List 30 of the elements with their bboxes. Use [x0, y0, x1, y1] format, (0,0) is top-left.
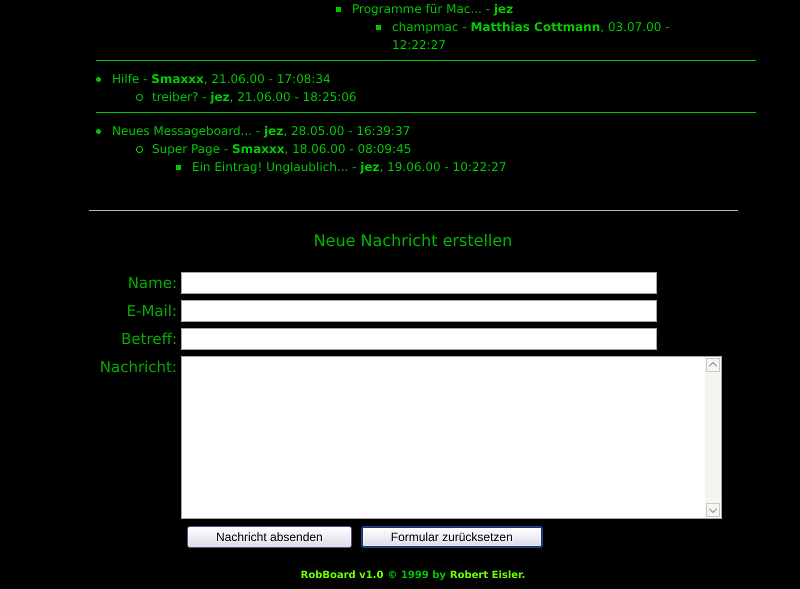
post-entry[interactable]: Super Page - Smaxxx, 18.06.00 - 08:09:45 [152, 140, 412, 158]
scroll-up-icon[interactable] [706, 358, 720, 372]
field-label: Betreff: [120, 329, 178, 350]
bullet-icon [136, 146, 143, 152]
post-entry[interactable]: champmac - Matthias Cottmann, 03.07.00 - 12:22:27 [392, 18, 716, 54]
scroll-down-icon[interactable] [706, 503, 720, 517]
post-entry[interactable]: treiber? - jez, 21.06.00 - 18:25:06 [152, 88, 357, 106]
input-field[interactable] [181, 272, 657, 294]
bullet-icon [376, 24, 381, 30]
footer-text: Robert Eisler. [450, 569, 526, 583]
input-field[interactable] [181, 328, 657, 350]
bullet-icon [96, 76, 101, 82]
bullet-icon [136, 94, 143, 100]
form-heading: Neue Nachricht erstellen [312, 230, 514, 252]
scrollbar[interactable] [705, 357, 721, 518]
bullet-icon [96, 128, 101, 134]
post-entry[interactable]: Neues Messageboard... - jez, 28.05.00 - 16:39:37 [112, 122, 410, 140]
footer-text: © 1999 by [387, 569, 446, 583]
bullet-icon [176, 164, 181, 170]
bullet-icon [336, 6, 341, 12]
post-entry[interactable]: Hilfe - Smaxxx, 21.06.00 - 17:08:34 [112, 70, 331, 88]
input-field[interactable] [181, 300, 657, 322]
field-label: Name: [126, 273, 178, 294]
post-entry[interactable]: Programme für Mac... - jez [352, 0, 514, 18]
form-button[interactable]: Formular zurücksetzen [360, 526, 543, 548]
field-label: E-Mail: [126, 301, 178, 322]
post-entry[interactable]: Ein Eintrag! Unglaublich... - jez, 19.06.00 - 10:22:27 [192, 158, 506, 176]
footer-text: RobBoard v1.0 [300, 569, 384, 583]
form-button[interactable]: Nachricht absenden [187, 526, 352, 548]
field-label: Nachricht: [98, 357, 178, 378]
